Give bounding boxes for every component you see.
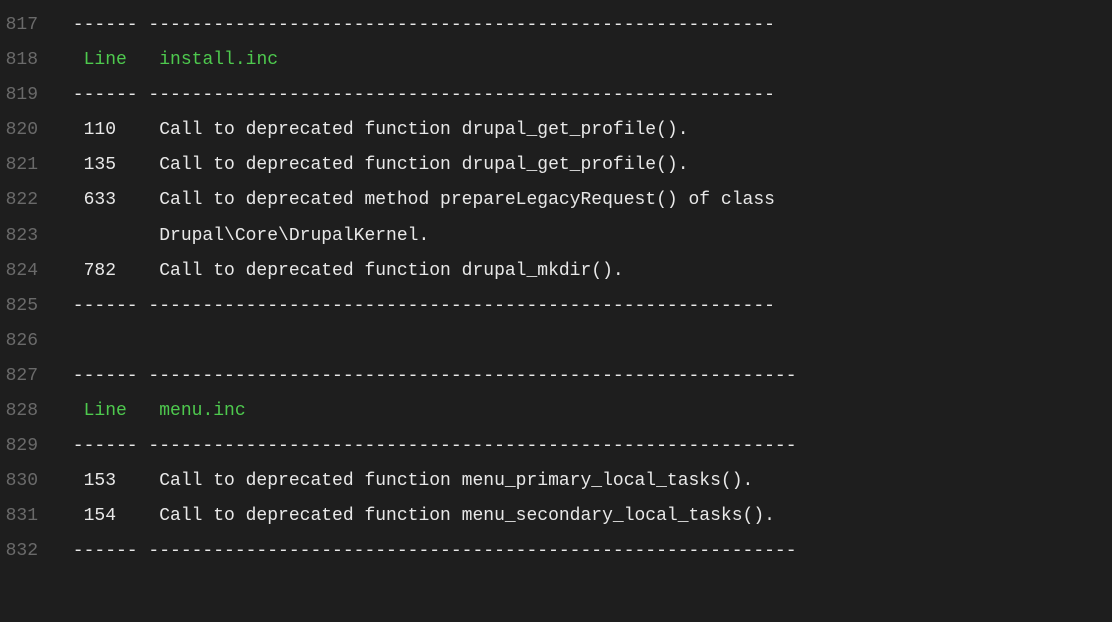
line-number: 821 [0,148,62,183]
code-segment: 154 Call to deprecated function menu_sec… [62,506,775,526]
code-line: 819 ------ -----------------------------… [0,78,1112,113]
line-content: ------ ---------------------------------… [62,359,1112,394]
code-segment: ------ ---------------------------------… [62,541,807,561]
code-line: 825 ------ -----------------------------… [0,289,1112,324]
line-number: 828 [0,394,62,429]
line-number: 817 [0,8,62,43]
line-content: ------ ---------------------------------… [62,78,1112,113]
line-number: 822 [0,183,62,218]
code-segment: Line [84,50,127,70]
code-line: 827 ------ -----------------------------… [0,359,1112,394]
line-number: 820 [0,113,62,148]
code-segment: ------ ---------------------------------… [62,85,786,105]
code-line: 828 Line menu.inc [0,394,1112,429]
line-number: 827 [0,359,62,394]
line-content: 633 Call to deprecated method prepareLeg… [62,183,1112,218]
line-content: ------ ---------------------------------… [62,429,1112,464]
code-segment [62,50,84,70]
code-line: 822 633 Call to deprecated method prepar… [0,183,1112,218]
line-content: ------ ---------------------------------… [62,289,1112,324]
line-content: Line install.inc [62,43,1112,78]
code-segment: ------ ---------------------------------… [62,436,807,456]
line-number: 823 [0,219,62,254]
line-content: Line menu.inc [62,394,1112,429]
line-content: 153 Call to deprecated function menu_pri… [62,464,1112,499]
code-line: 826 [0,324,1112,359]
line-number: 824 [0,254,62,289]
code-segment: 782 Call to deprecated function drupal_m… [62,261,624,281]
code-segment: ------ ---------------------------------… [62,366,807,386]
code-segment: 633 Call to deprecated method prepareLeg… [62,190,775,210]
code-segment: Line [84,401,127,421]
line-content [62,324,1112,359]
code-editor-view: 817 ------ -----------------------------… [0,8,1112,570]
line-number: 819 [0,78,62,113]
line-number: 830 [0,464,62,499]
line-content: ------ ---------------------------------… [62,534,1112,569]
code-line: 817 ------ -----------------------------… [0,8,1112,43]
code-segment: ------ ---------------------------------… [62,296,786,316]
code-line: 831 154 Call to deprecated function menu… [0,499,1112,534]
code-line: 823 Drupal\Core\DrupalKernel. [0,219,1112,254]
line-content: 782 Call to deprecated function drupal_m… [62,254,1112,289]
code-line: 829 ------ -----------------------------… [0,429,1112,464]
code-line: 832 ------ -----------------------------… [0,534,1112,569]
line-number: 829 [0,429,62,464]
code-segment: 135 Call to deprecated function drupal_g… [62,155,689,175]
code-segment: install.inc [159,50,278,70]
code-segment: ------ ---------------------------------… [62,15,786,35]
code-line: 820 110 Call to deprecated function drup… [0,113,1112,148]
line-number: 826 [0,324,62,359]
code-segment: 153 Call to deprecated function menu_pri… [62,471,753,491]
line-number: 831 [0,499,62,534]
code-line: 824 782 Call to deprecated function drup… [0,254,1112,289]
code-line: 821 135 Call to deprecated function drup… [0,148,1112,183]
code-segment: Drupal\Core\DrupalKernel. [62,226,429,246]
line-content: 110 Call to deprecated function drupal_g… [62,113,1112,148]
line-content: 135 Call to deprecated function drupal_g… [62,148,1112,183]
line-content: Drupal\Core\DrupalKernel. [62,219,1112,254]
code-segment: menu.inc [159,401,245,421]
line-number: 818 [0,43,62,78]
line-number: 825 [0,289,62,324]
code-line: 830 153 Call to deprecated function menu… [0,464,1112,499]
code-segment [127,401,159,421]
line-content: ------ ---------------------------------… [62,8,1112,43]
code-segment [62,401,84,421]
line-content: 154 Call to deprecated function menu_sec… [62,499,1112,534]
line-number: 832 [0,534,62,569]
code-segment: 110 Call to deprecated function drupal_g… [62,120,689,140]
code-line: 818 Line install.inc [0,43,1112,78]
code-segment [127,50,159,70]
